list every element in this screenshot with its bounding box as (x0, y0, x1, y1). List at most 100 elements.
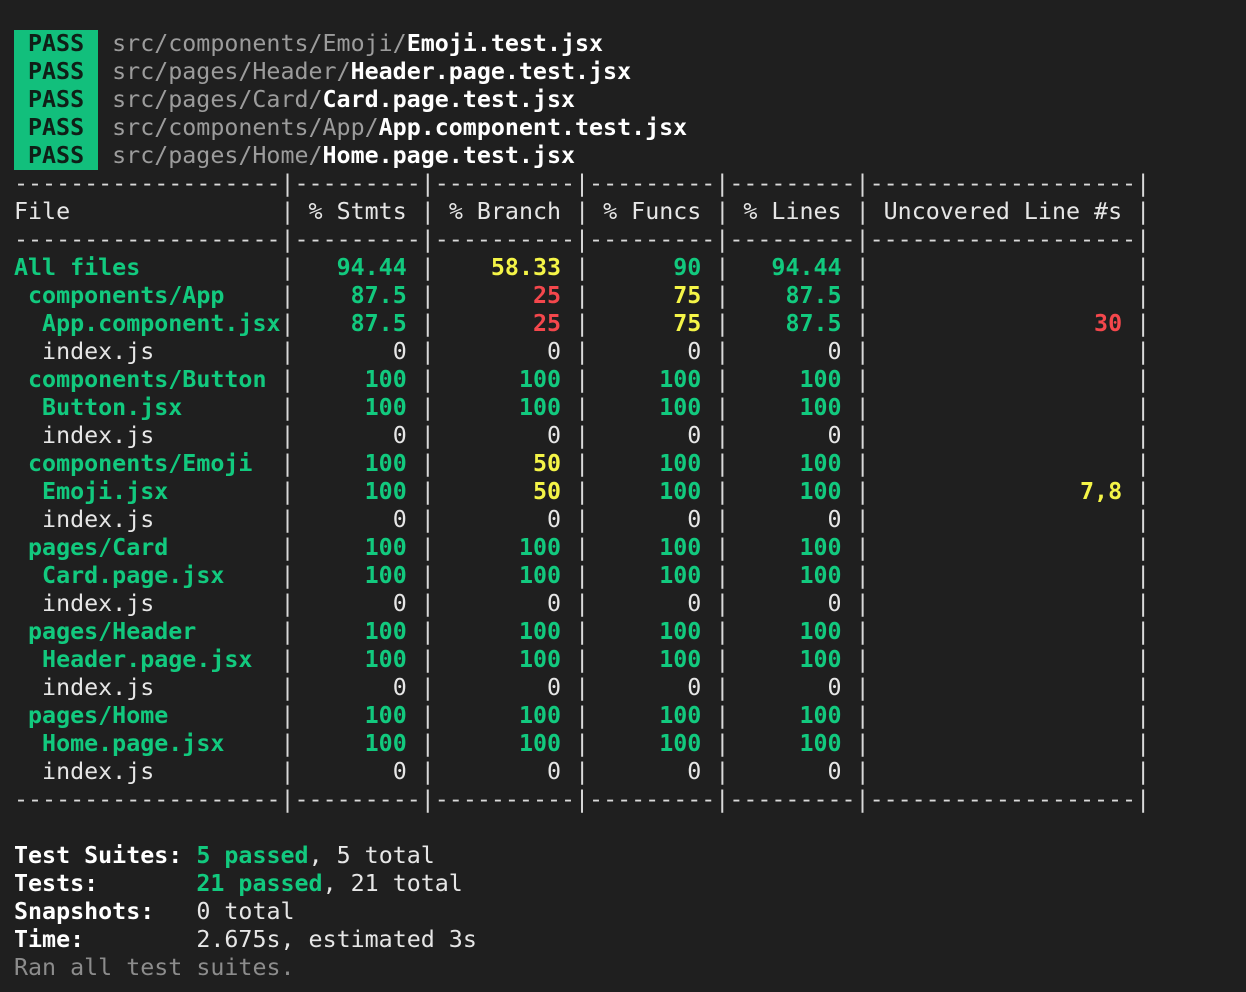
table-row: index.js | 0 | 0 | 0 | 0 | | (14, 758, 1150, 786)
uncovered-lines (870, 506, 1137, 534)
branch-value: 100 (434, 618, 576, 645)
file-name: Button.jsx (14, 394, 281, 421)
column-separator: | (855, 674, 870, 701)
column-separator: | (715, 674, 730, 701)
branch-value: 100 (434, 730, 576, 757)
branch-value: 0 (434, 674, 576, 701)
column-separator: | (575, 702, 590, 729)
stmts-value: 0 (294, 338, 421, 365)
column-separator: | (420, 506, 435, 533)
column-separator: | (420, 674, 435, 701)
uncovered-lines (870, 534, 1137, 562)
column-separator: | (715, 338, 730, 365)
column-separator: | (855, 702, 870, 729)
table-row: index.js | 0 | 0 | 0 | 0 | | (14, 590, 1150, 618)
uncovered-lines (870, 562, 1137, 590)
file-name: All files (14, 254, 281, 281)
table-row: Card.page.jsx | 100 | 100 | 100 | 100 | … (14, 562, 1150, 590)
funcs-value: 100 (589, 366, 716, 393)
table-row: index.js | 0 | 0 | 0 | 0 | | (14, 674, 1150, 702)
column-separator: | (1136, 590, 1151, 617)
column-separator: | (280, 254, 295, 281)
column-separator: | (715, 702, 730, 729)
stmts-value: 100 (294, 366, 421, 393)
file-name: Home.page.jsx (14, 730, 281, 757)
file-name: index.js (14, 674, 281, 701)
table-row: pages/Home | 100 | 100 | 100 | 100 | | (14, 702, 1150, 730)
test-dir-path: src/pages/Home/ (112, 142, 323, 169)
column-separator: | (855, 338, 870, 365)
snapshots-value: 0 total (196, 898, 295, 925)
table-row: components/Button | 100 | 100 | 100 | 10… (14, 366, 1150, 394)
file-name: index.js (14, 590, 281, 617)
uncovered-lines (870, 674, 1137, 702)
column-separator: | (575, 590, 590, 617)
column-separator: | (855, 254, 870, 281)
test-dir-path: src/pages/Card/ (112, 86, 323, 113)
lines-value: 0 (729, 338, 856, 365)
column-separator: | (575, 450, 590, 477)
branch-value: 0 (434, 758, 576, 785)
lines-value: 0 (729, 506, 856, 533)
column-separator: | (575, 534, 590, 561)
uncovered-lines (870, 758, 1137, 786)
column-separator: | (715, 562, 730, 589)
table-row: All files | 94.44 | 58.33 | 90 | 94.44 |… (14, 254, 1150, 282)
column-separator: | (715, 366, 730, 393)
column-separator: | (575, 254, 590, 281)
column-separator: | (575, 478, 590, 505)
tests-passed: 21 passed (196, 870, 323, 897)
file-name: pages/Header (14, 618, 281, 645)
column-separator: | (715, 198, 730, 225)
funcs-value: 0 (589, 758, 716, 785)
column-separator: | (280, 506, 295, 533)
stmts-value: 100 (294, 478, 421, 505)
column-separator: | (575, 422, 590, 449)
branch-value: 100 (434, 562, 576, 589)
stmts-value: 100 (294, 702, 421, 729)
table-row: components/Emoji | 100 | 50 | 100 | 100 … (14, 450, 1150, 478)
column-separator: | (575, 730, 590, 757)
column-separator: | (855, 506, 870, 533)
branch-value: 25 (434, 310, 576, 337)
stmts-value: 87.5 (294, 282, 421, 309)
lines-value: 0 (729, 422, 856, 449)
column-separator: | (280, 338, 295, 365)
stmts-value: 100 (294, 562, 421, 589)
column-separator: | (420, 618, 435, 645)
stmts-value: 0 (294, 758, 421, 785)
funcs-value: 75 (589, 282, 716, 309)
column-separator: | (575, 618, 590, 645)
test-result-line: PASS src/pages/Header/Header.page.test.j… (14, 58, 631, 86)
column-separator: | (280, 450, 295, 477)
uncovered-lines (870, 254, 1137, 282)
column-separator: | (855, 198, 870, 225)
test-result-line: PASS src/pages/Card/Card.page.test.jsx (14, 86, 575, 114)
column-header: % Lines (729, 198, 856, 225)
column-header: File (14, 198, 281, 225)
pass-badge: PASS (14, 142, 99, 170)
column-separator: | (280, 310, 295, 337)
summary-label: Time: (14, 926, 197, 953)
branch-value: 0 (434, 422, 576, 449)
funcs-value: 0 (589, 590, 716, 617)
branch-value: 50 (434, 478, 576, 505)
footer-text: Ran all test suites. (14, 954, 295, 981)
branch-value: 100 (434, 702, 576, 729)
funcs-value: 100 (589, 730, 716, 757)
column-separator: | (420, 282, 435, 309)
column-separator: | (855, 646, 870, 673)
lines-value: 0 (729, 674, 856, 701)
column-separator: | (855, 730, 870, 757)
snapshots-line: Snapshots: 0 total (14, 898, 295, 926)
column-separator: | (855, 310, 870, 337)
test-result-line: PASS src/components/App/App.component.te… (14, 114, 687, 142)
funcs-value: 100 (589, 478, 716, 505)
file-name: Header.page.jsx (14, 646, 281, 673)
column-separator: | (1136, 478, 1151, 505)
lines-value: 87.5 (729, 282, 856, 309)
column-separator: | (280, 562, 295, 589)
column-header: % Funcs (589, 198, 716, 225)
